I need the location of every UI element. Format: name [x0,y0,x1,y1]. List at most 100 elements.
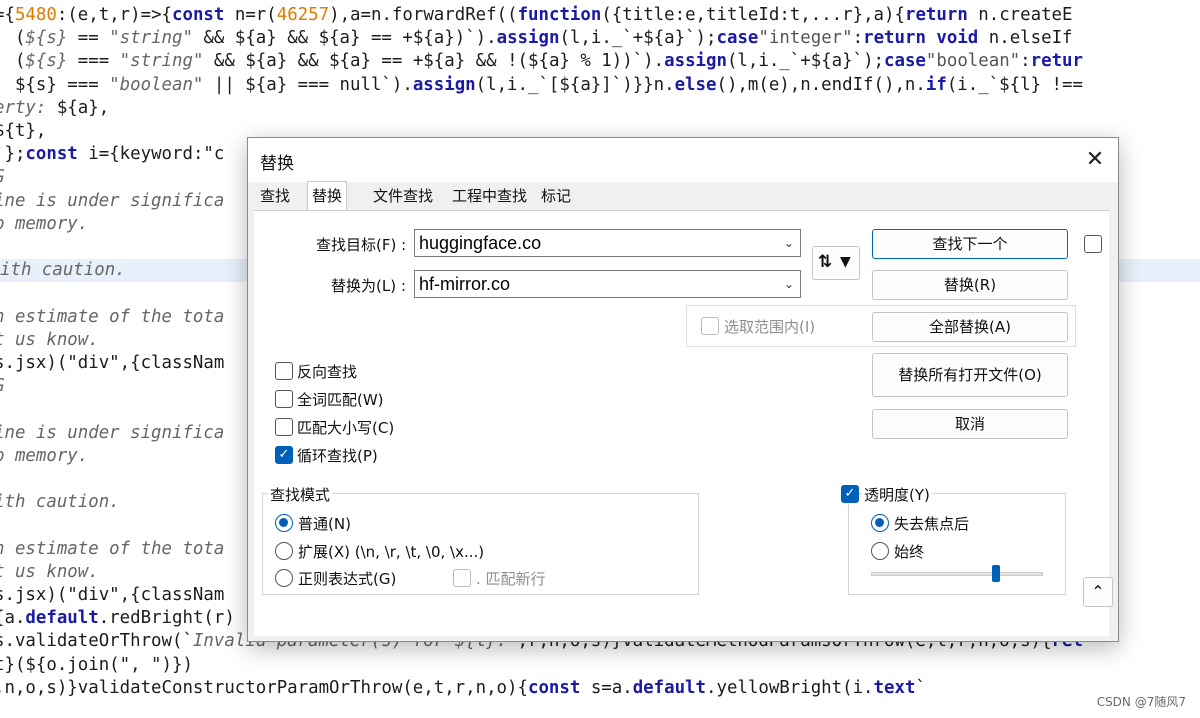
code-token: "boolean" [109,74,204,95]
tab-strip: 查找 替换 文件查找 工程中查找 标记 [254,181,1118,212]
code-line[interactable]: G [0,375,4,398]
whole-word-checkbox[interactable] [275,390,293,408]
reverse-search-label: 反向查找 [297,363,358,381]
code-line[interactable]: ine is under significa [0,422,224,445]
code-line[interactable]: ${t}, [0,120,46,143]
code-line[interactable]: n estimate of the tota [0,306,224,329]
slider-track [871,572,1043,576]
code-line[interactable]: p memory. [0,213,88,236]
transparency-slider[interactable] [871,564,1043,584]
code-line[interactable]: G [0,166,4,189]
code-line[interactable]: ,n,o,s)}validateConstructorParamOrThrow(… [0,677,926,700]
match-case-checkbox[interactable] [275,418,293,436]
code-token: ${t}, [0,121,47,141]
code-token: "boolean" [925,51,1021,72]
transparency-checkbox[interactable]: ✓ [841,485,859,503]
mode-extended-radio[interactable] [275,542,293,560]
code-line[interactable]: t us know. [0,329,99,352]
tab-find-in-files[interactable]: 文件查找 [369,182,437,210]
swap-button[interactable]: ⇅ ▼ [812,246,860,280]
code-line[interactable]: p memory. [0,445,88,468]
code-token: ine is under significa [0,190,225,211]
code-token: (i._`${l} !== [946,74,1083,95]
dot-newline-checkbox[interactable] [453,569,471,587]
code-token: n estimate of the tota [0,306,225,327]
tab-find[interactable]: 查找 [256,182,294,210]
reverse-search-checkbox[interactable] [275,362,293,380]
code-token: assign [412,74,476,95]
code-token: ith caution. [0,260,126,281]
code-line[interactable]: t us know. [0,561,99,584]
replace-panel: 查找目标(F) : ⌄ 替换为(L) : ⌄ ⇅ ▼ 查找下一个 替换(R) 选… [254,210,1113,636]
replace-all-open-files-button[interactable]: 替换所有打开文件(O) [872,353,1068,397]
code-token: return void [863,28,979,49]
code-token: .redBright(r) [98,608,235,629]
dialog-titlebar[interactable]: 替换 ✕ [248,138,1118,182]
code-line[interactable]: n estimate of the tota [0,538,224,561]
find-input[interactable] [419,231,770,255]
code-token: G [0,167,4,187]
tab-replace[interactable]: 替换 [307,181,348,212]
code-line[interactable]: {a.default.redBright(r) [0,607,235,630]
on-lose-focus-label: 失去焦点后 [894,515,970,533]
collapse-button[interactable]: ⌃ [1083,577,1113,607]
code-token: function [517,5,602,25]
code-line[interactable]: | ${s} === "boolean" || ${a} === null`).… [0,74,1083,97]
code-token: && ${a} && ${a} == +${a} && !(${a} % 1))… [203,51,665,72]
code-token: n.elseIf [978,28,1073,49]
tab-mark[interactable]: 标记 [537,182,575,210]
code-line[interactable]: | (${s} == "string" && ${a} && ${a} == +… [0,27,1073,50]
find-next-option-checkbox[interactable] [1084,235,1102,253]
in-selection-checkbox[interactable] [701,317,719,335]
code-token: | ( [0,28,26,49]
code-token: "integer" [758,28,853,49]
code-line[interactable]: t}(${o.join(", ")}) [0,654,193,677]
code-line[interactable]: ={5480:(e,t,r)=>{const n=r(46257),a=n.fo… [0,4,1073,27]
slider-thumb[interactable] [992,565,1000,582]
code-token: ine is under significa [0,422,225,443]
find-next-button[interactable]: 查找下一个 [872,229,1068,259]
swap-arrows-icon: ⇅ [818,252,833,272]
transparency-label: 透明度(Y) [862,484,932,505]
code-token: case [716,28,759,49]
mode-normal-radio[interactable] [275,514,293,532]
mode-regex-radio[interactable] [275,569,293,587]
always-radio[interactable] [871,542,889,560]
code-line[interactable]: ith caution. [0,491,120,514]
code-token: : [852,28,864,49]
code-token: G [0,376,4,396]
code-token: t us know. [0,329,99,350]
code-line[interactable]: | (${s} === "string" && ${a} && ${a} == … [0,50,1083,73]
code-token: const [172,5,225,25]
code-token: `}; [0,144,26,165]
code-token: ),a=n.forwardRef(( [329,5,518,25]
code-token: (l,i._`[${a}]`)}}n. [475,74,675,95]
wrap-around-checkbox[interactable]: ✓ [275,446,293,464]
tab-find-in-project[interactable]: 工程中查找 [448,182,531,210]
in-selection-label: 选取范围内(I) [724,318,816,336]
close-icon[interactable]: ✕ [1072,138,1118,182]
find-combo[interactable]: ⌄ [414,229,801,257]
replace-all-button[interactable]: 全部替换(A) [872,312,1068,342]
code-token: === [67,51,120,72]
code-token: text [873,677,916,698]
code-token: | ${s} === [0,74,110,95]
on-lose-focus-radio[interactable] [871,514,889,532]
code-token: (l,i._`+${a}`); [559,28,717,49]
replace-button[interactable]: 替换(R) [872,270,1068,300]
chevron-down-icon[interactable]: ⌄ [784,230,794,256]
replace-combo[interactable]: ⌄ [414,270,801,298]
code-token: (),m(e),n.endIf(),n. [716,74,926,95]
code-line[interactable]: erty: ${a}, [0,97,109,120]
whole-word-label: 全词匹配(W) [297,391,384,409]
mode-extended-label: 扩展(X) (\n, \r, \t, \0, \x...) [298,543,485,561]
dialog-title: 替换 [260,154,294,174]
chevron-down-icon[interactable]: ⌄ [784,271,794,297]
code-line[interactable]: ine is under significa [0,190,224,213]
always-label: 始终 [894,543,925,561]
code-token: && ${a} && ${a} == +${a})`). [192,28,497,49]
replace-input[interactable] [419,272,770,296]
wrap-around-label: 循环查找(P) [297,447,378,465]
code-token: t}(${o.join(", ")}) [0,654,193,675]
cancel-button[interactable]: 取消 [872,409,1068,439]
